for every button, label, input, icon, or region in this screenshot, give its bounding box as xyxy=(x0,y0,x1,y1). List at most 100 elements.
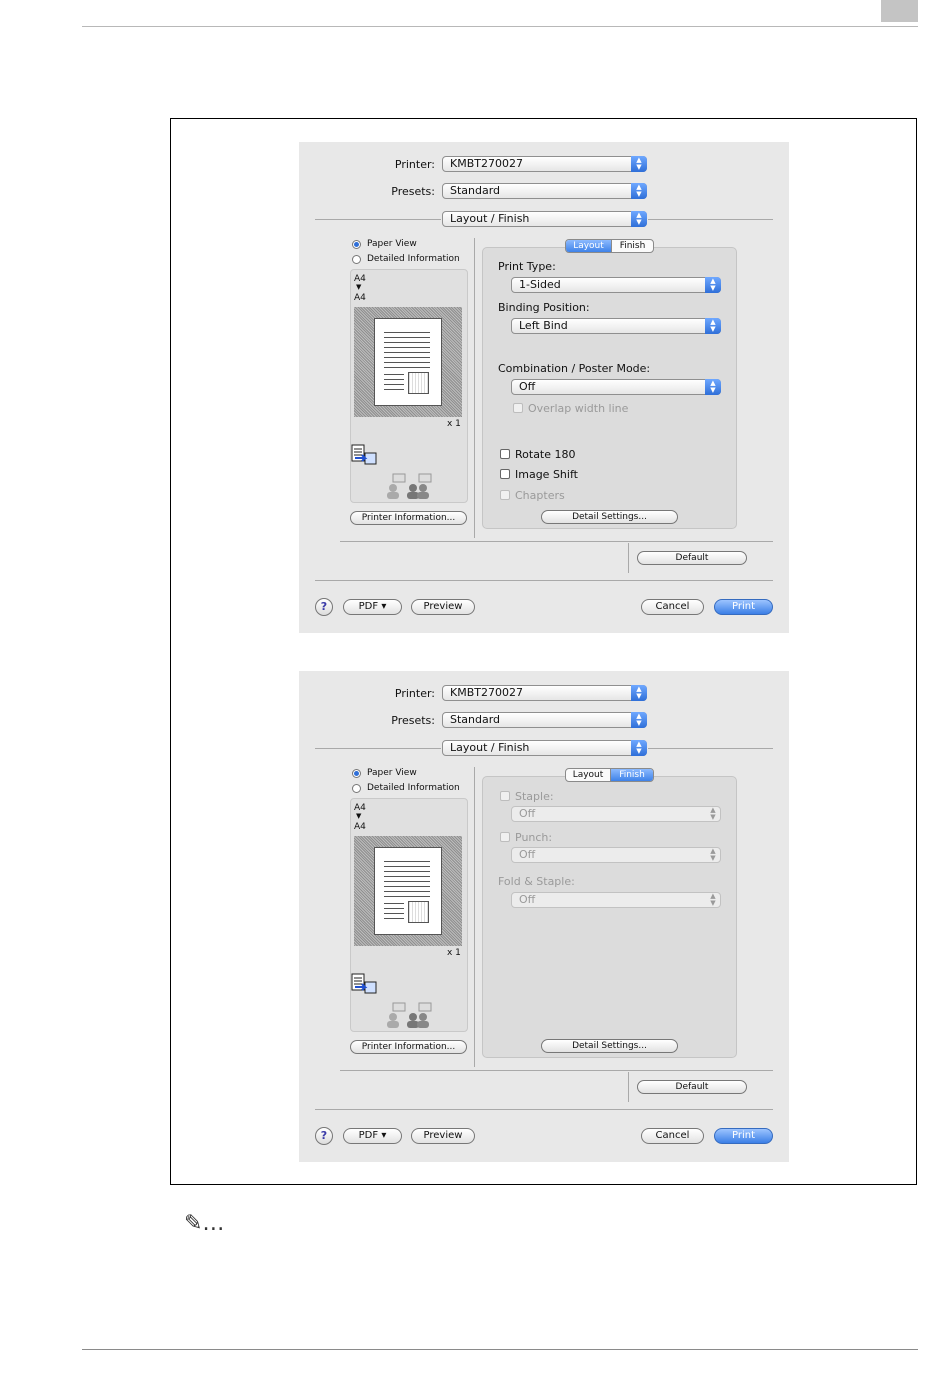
detailed-info-radio[interactable] xyxy=(352,784,361,793)
paper-size-to: A4 xyxy=(354,822,366,832)
image-shift-checkbox[interactable] xyxy=(500,469,510,479)
separator xyxy=(648,748,773,749)
separator xyxy=(648,219,773,220)
help-icon[interactable]: ? xyxy=(315,598,333,616)
print-type-popup[interactable]: 1-Sided ▲ ▼ xyxy=(511,277,721,293)
detailed-info-radio[interactable] xyxy=(352,255,361,264)
text-line xyxy=(384,342,430,343)
popup-arrows-icon: ▲ ▼ xyxy=(705,379,721,395)
cancel-button[interactable]: Cancel xyxy=(641,599,704,615)
staple-popup[interactable]: Off ▲ ▼ xyxy=(511,806,721,822)
paper-view-radio[interactable] xyxy=(352,240,361,249)
cancel-button[interactable]: Cancel xyxy=(641,1128,704,1144)
text-line xyxy=(384,352,430,353)
printer-label: Printer: xyxy=(394,158,435,171)
users-icon xyxy=(387,1002,432,1028)
punch-popup[interactable]: Off ▲ ▼ xyxy=(511,847,721,863)
print-button[interactable]: Print xyxy=(714,599,773,615)
pane-popup[interactable]: Layout / Finish ▲ ▼ xyxy=(442,740,647,756)
presets-popup[interactable]: Standard ▲ ▼ xyxy=(442,183,647,199)
copies-count: x 1 xyxy=(447,948,461,958)
popup-arrows-icon: ▲ ▼ xyxy=(710,847,716,862)
arrow-down-icon: ▼ xyxy=(356,812,362,820)
overlap-width-label: Overlap width line xyxy=(528,402,629,415)
text-line xyxy=(384,332,430,333)
column-divider xyxy=(474,238,475,538)
printer-popup[interactable]: KMBT270027 ▲ ▼ xyxy=(442,685,647,701)
preview-button[interactable]: Preview xyxy=(411,1128,475,1144)
popup-arrows-icon: ▲ ▼ xyxy=(631,156,647,172)
text-line xyxy=(384,389,404,390)
print-dialog-layout: Printer: KMBT270027 ▲ ▼ Presets: Standard… xyxy=(299,142,789,633)
separator xyxy=(340,541,773,542)
tab-layout[interactable]: Layout xyxy=(566,769,610,781)
punch-checkbox[interactable] xyxy=(500,832,510,842)
detailed-info-label: Detailed Information xyxy=(367,783,460,793)
text-line xyxy=(384,896,430,897)
popup-arrows-icon: ▲ ▼ xyxy=(631,211,647,227)
overlap-width-checkbox[interactable] xyxy=(513,403,523,413)
fold-staple-label: Fold & Staple: xyxy=(498,875,575,888)
tab-finish[interactable]: Finish xyxy=(611,769,653,781)
detail-settings-button[interactable]: Detail Settings... xyxy=(541,510,678,524)
text-line xyxy=(384,866,430,867)
combination-popup[interactable]: Off ▲ ▼ xyxy=(511,379,721,395)
binding-position-popup[interactable]: Left Bind ▲ ▼ xyxy=(511,318,721,334)
fold-staple-popup[interactable]: Off ▲ ▼ xyxy=(511,892,721,908)
image-block xyxy=(408,372,429,394)
printer-information-button[interactable]: Printer Information... xyxy=(350,511,467,525)
chapters-checkbox[interactable] xyxy=(500,490,510,500)
default-button[interactable]: Default xyxy=(637,1080,747,1094)
text-line xyxy=(384,357,430,358)
image-shift-label: Image Shift xyxy=(515,468,578,481)
text-line xyxy=(384,362,430,363)
arrow-down-icon: ▼ xyxy=(356,283,362,291)
print-type-label: Print Type: xyxy=(498,260,556,273)
tab-control: Layout Finish xyxy=(565,239,654,253)
column-divider xyxy=(474,767,475,1067)
separator xyxy=(340,1070,773,1071)
pane-popup[interactable]: Layout / Finish ▲ ▼ xyxy=(442,211,647,227)
separator xyxy=(628,543,629,573)
combination-label: Combination / Poster Mode: xyxy=(498,362,651,375)
tab-layout[interactable]: Layout xyxy=(566,240,611,252)
text-line xyxy=(384,876,430,877)
text-line xyxy=(384,908,404,909)
popup-arrows-icon: ▲ ▼ xyxy=(710,806,716,821)
default-button[interactable]: Default xyxy=(637,551,747,565)
copies-count: x 1 xyxy=(447,419,461,429)
pdf-button[interactable]: PDF ▾ xyxy=(343,599,402,615)
popup-arrows-icon: ▲ ▼ xyxy=(631,740,647,756)
presets-label: Presets: xyxy=(391,185,435,198)
separator xyxy=(315,219,441,220)
staple-checkbox[interactable] xyxy=(500,791,510,801)
text-line xyxy=(384,379,404,380)
text-line xyxy=(384,891,430,892)
paper-view-radio[interactable] xyxy=(352,769,361,778)
text-line xyxy=(384,367,430,368)
users-icon xyxy=(387,473,432,499)
tab-finish[interactable]: Finish xyxy=(612,240,653,252)
text-line xyxy=(384,881,430,882)
duplex-icon xyxy=(351,444,377,465)
rotate-180-checkbox[interactable] xyxy=(500,449,510,459)
separator xyxy=(315,1109,773,1110)
popup-arrows-icon: ▲ ▼ xyxy=(631,183,647,199)
chapters-label: Chapters xyxy=(515,489,565,502)
text-line xyxy=(384,913,404,914)
printer-popup[interactable]: KMBT270027 ▲ ▼ xyxy=(442,156,647,172)
note-pencil-icon: ✎… xyxy=(184,1211,225,1236)
printer-information-button[interactable]: Printer Information... xyxy=(350,1040,467,1054)
pdf-button[interactable]: PDF ▾ xyxy=(343,1128,402,1144)
presets-popup[interactable]: Standard ▲ ▼ xyxy=(442,712,647,728)
preview-button[interactable]: Preview xyxy=(411,599,475,615)
popup-arrows-icon: ▲ ▼ xyxy=(631,685,647,701)
separator xyxy=(628,1072,629,1102)
paper-size-to: A4 xyxy=(354,293,366,303)
help-icon[interactable]: ? xyxy=(315,1127,333,1145)
binding-position-label: Binding Position: xyxy=(498,301,590,314)
print-button[interactable]: Print xyxy=(714,1128,773,1144)
text-line xyxy=(384,918,404,919)
detail-settings-button[interactable]: Detail Settings... xyxy=(541,1039,678,1053)
printer-label: Printer: xyxy=(394,687,435,700)
